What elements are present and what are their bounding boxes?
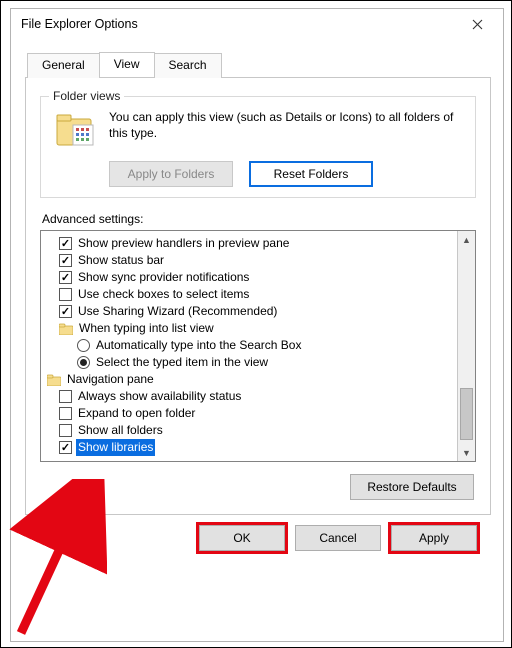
tab-search[interactable]: Search	[154, 53, 222, 78]
list-item[interactable]: Use check boxes to select items	[47, 286, 455, 303]
list-item[interactable]: Show sync provider notifications	[47, 269, 455, 286]
item-label: Select the typed item in the view	[94, 354, 270, 371]
scroll-track[interactable]	[458, 248, 475, 444]
group-legend: Folder views	[49, 89, 124, 103]
list-item[interactable]: Select the typed item in the view	[47, 354, 455, 371]
tab-general[interactable]: General	[27, 53, 100, 78]
item-label: Show sync provider notifications	[76, 269, 251, 286]
item-label: Navigation pane	[65, 371, 156, 388]
scroll-thumb[interactable]	[460, 388, 473, 440]
item-label: Show preview handlers in preview pane	[76, 235, 291, 252]
tab-label: View	[114, 57, 140, 71]
ok-button[interactable]: OK	[199, 525, 285, 551]
button-label: Apply to Folders	[128, 167, 215, 181]
folder-node-icon	[47, 374, 61, 386]
checkbox[interactable]	[59, 407, 72, 420]
list-item[interactable]: Navigation pane	[47, 371, 455, 388]
tab-panel-view: Folder views You can apply this view (su…	[25, 77, 491, 515]
item-label: Use Sharing Wizard (Recommended)	[76, 303, 279, 320]
checkbox[interactable]	[59, 271, 72, 284]
button-label: Cancel	[319, 531, 356, 545]
item-label: Always show availability status	[76, 388, 243, 405]
list-item[interactable]: Always show availability status	[47, 388, 455, 405]
list-item[interactable]: When typing into list view	[47, 320, 455, 337]
tab-label: Search	[169, 58, 207, 72]
radio[interactable]	[77, 356, 90, 369]
button-label: OK	[233, 531, 250, 545]
close-icon	[472, 19, 483, 30]
list-item[interactable]: Automatically type into the Search Box	[47, 337, 455, 354]
checkbox[interactable]	[59, 237, 72, 250]
cancel-button[interactable]: Cancel	[295, 525, 381, 551]
dialog-buttons: OK Cancel Apply	[25, 525, 491, 555]
item-label: Show all folders	[76, 422, 165, 439]
close-button[interactable]	[455, 11, 499, 37]
list-viewport[interactable]: Show preview handlers in preview paneSho…	[41, 231, 457, 461]
apply-to-folders-button: Apply to Folders	[109, 161, 233, 187]
title-bar: File Explorer Options	[11, 9, 503, 39]
checkbox[interactable]	[59, 441, 72, 454]
item-label: When typing into list view	[77, 320, 216, 337]
list-item[interactable]: Show all folders	[47, 422, 455, 439]
button-label: Restore Defaults	[367, 480, 456, 494]
item-label: Show status bar	[76, 252, 166, 269]
item-label: Show libraries	[76, 439, 155, 456]
checkbox[interactable]	[59, 424, 72, 437]
folder-views-text: You can apply this view (such as Details…	[109, 109, 465, 141]
folder-views-group: Folder views You can apply this view (su…	[40, 96, 476, 198]
scroll-down-icon[interactable]: ▼	[458, 444, 475, 461]
button-label: Apply	[419, 531, 449, 545]
item-label: Use check boxes to select items	[76, 286, 251, 303]
list-item[interactable]: Use Sharing Wizard (Recommended)	[47, 303, 455, 320]
folder-icon	[55, 111, 99, 151]
item-label: Automatically type into the Search Box	[94, 337, 303, 354]
options-dialog: File Explorer Options General View Searc…	[10, 8, 504, 642]
item-label: Expand to open folder	[76, 405, 197, 422]
restore-defaults-button[interactable]: Restore Defaults	[350, 474, 474, 500]
dialog-body: General View Search Folder views	[11, 39, 503, 567]
folder-node-icon	[59, 323, 73, 335]
advanced-settings-list: Show preview handlers in preview paneSho…	[40, 230, 476, 462]
restore-row: Restore Defaults	[40, 474, 474, 500]
list-item[interactable]: Show preview handlers in preview pane	[47, 235, 455, 252]
tab-strip: General View Search	[25, 51, 491, 77]
checkbox[interactable]	[59, 288, 72, 301]
apply-button[interactable]: Apply	[391, 525, 477, 551]
reset-folders-button[interactable]: Reset Folders	[249, 161, 373, 187]
checkbox[interactable]	[59, 390, 72, 403]
list-item[interactable]: Show libraries	[47, 439, 455, 456]
scroll-up-icon[interactable]: ▲	[458, 231, 475, 248]
checkbox[interactable]	[59, 254, 72, 267]
screenshot-frame: File Explorer Options General View Searc…	[0, 0, 512, 648]
advanced-settings-label: Advanced settings:	[42, 212, 476, 226]
tab-label: General	[42, 58, 85, 72]
checkbox[interactable]	[59, 305, 72, 318]
radio[interactable]	[77, 339, 90, 352]
window-title: File Explorer Options	[21, 17, 455, 31]
list-item[interactable]: Expand to open folder	[47, 405, 455, 422]
button-label: Reset Folders	[274, 167, 349, 181]
list-item[interactable]: Show status bar	[47, 252, 455, 269]
tab-view[interactable]: View	[99, 52, 155, 77]
vertical-scrollbar[interactable]: ▲ ▼	[457, 231, 475, 461]
